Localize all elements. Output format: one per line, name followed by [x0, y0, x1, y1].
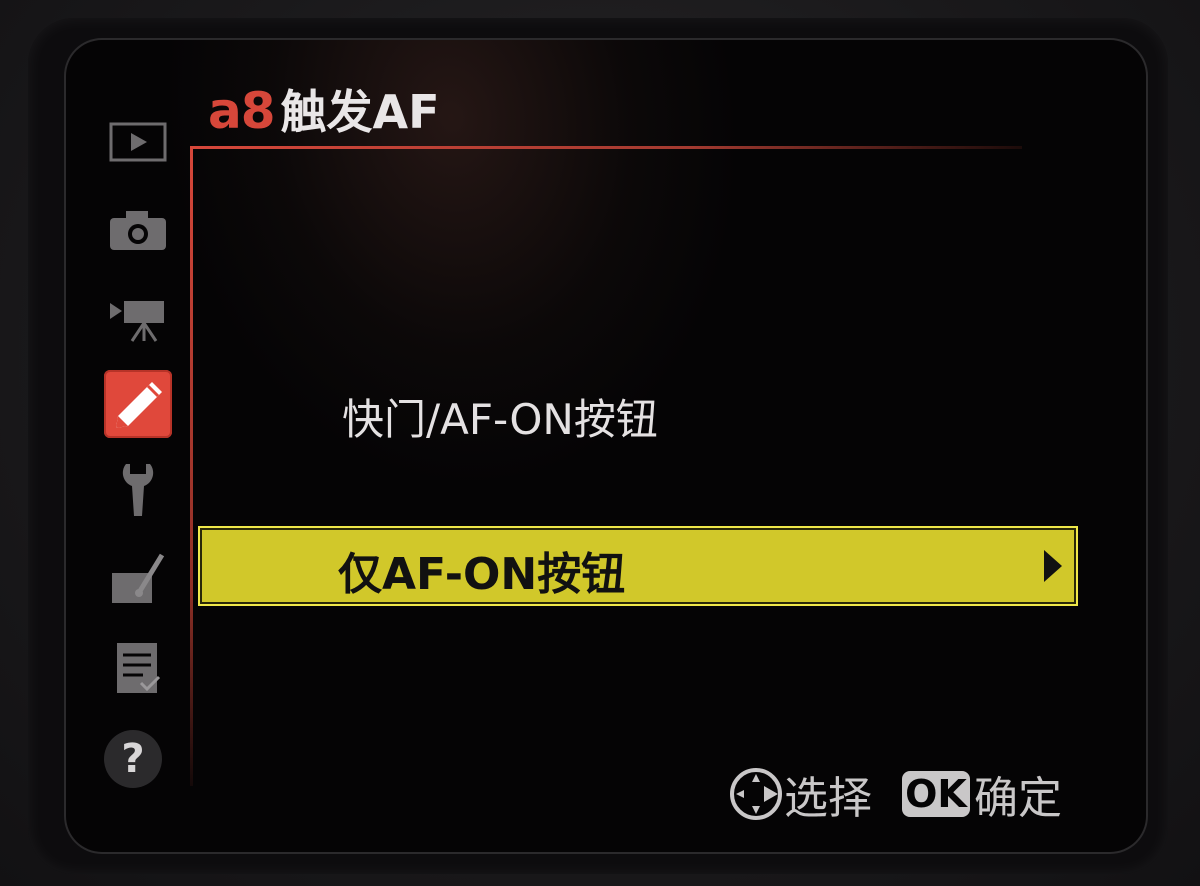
menu-code: a8 [208, 82, 276, 140]
movie-camera-icon [110, 301, 164, 342]
sidebar-item-photo-shooting[interactable] [104, 196, 172, 264]
sidebar-item-custom-settings[interactable] [104, 370, 172, 438]
wrench-icon [122, 464, 154, 516]
sidebar-item-playback[interactable] [104, 108, 172, 176]
select-hint: 选择 [784, 773, 872, 824]
multi-selector-icon [730, 768, 782, 820]
menu-sidebar [98, 100, 178, 800]
camera-icon [110, 211, 166, 250]
option-label: 仅AF-ON按钮 [338, 549, 626, 600]
page-title: a8 触发AF [208, 76, 440, 146]
menu-title: 触发AF [280, 85, 440, 139]
submenu-arrow-icon [1038, 536, 1068, 596]
sidebar-item-retouch[interactable] [104, 544, 172, 612]
retouch-brush-icon [112, 553, 165, 603]
lcd-screen: a8 触发AF 快门/AF-ON按钮 仅AF-ON按钮 ? 选择 OK 确定 [66, 40, 1146, 852]
sidebar-item-setup[interactable] [104, 456, 172, 524]
confirm-hint: 确定 [974, 773, 1062, 824]
button-guide: 选择 OK 确定 [728, 762, 1062, 826]
help-button[interactable]: ? [104, 730, 162, 788]
sidebar-item-movie-shooting[interactable] [104, 284, 172, 352]
ok-button-chip: OK [902, 771, 970, 817]
pencil-icon [116, 382, 162, 428]
playback-icon [109, 122, 167, 162]
option-af-on-only[interactable]: 仅AF-ON按钮 [198, 526, 1078, 606]
content-left-rule [190, 146, 193, 786]
title-underline [192, 146, 1022, 149]
sidebar-item-recent-settings[interactable] [104, 634, 172, 702]
recent-settings-icon [117, 643, 161, 693]
option-shutter-af-on[interactable]: 快门/AF-ON按钮 [342, 386, 658, 447]
